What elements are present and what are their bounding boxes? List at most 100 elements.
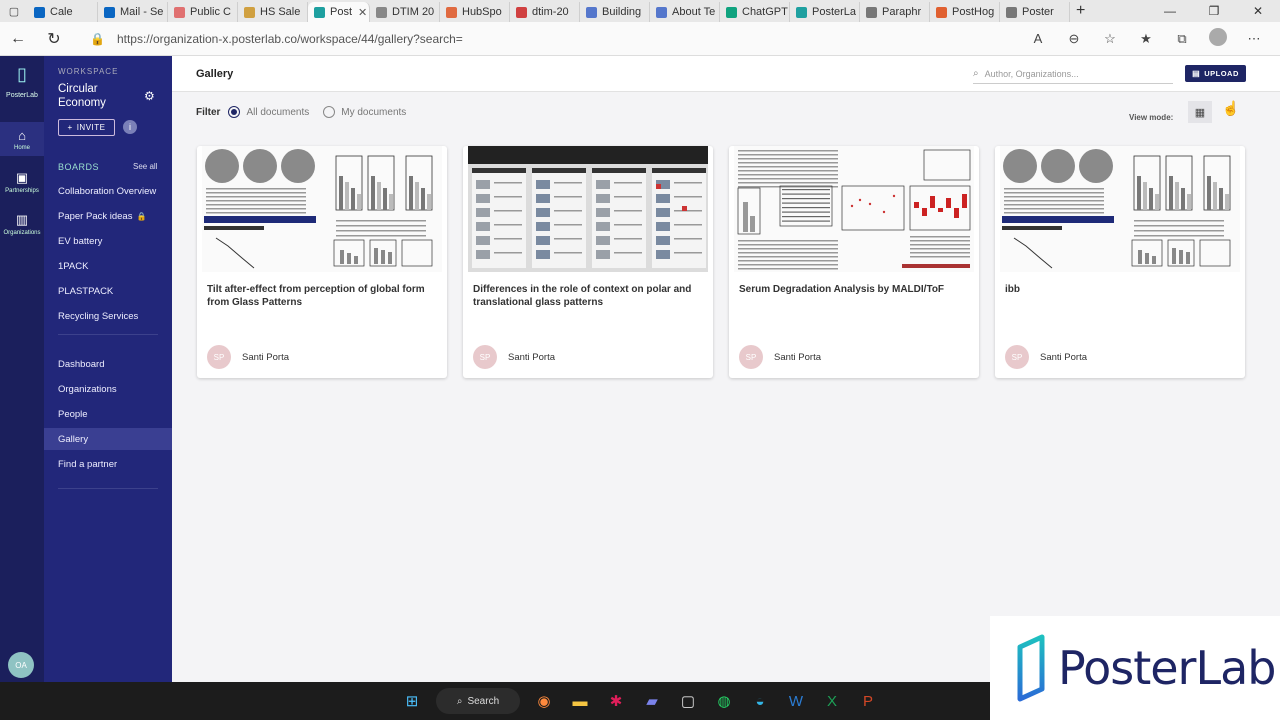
- back-icon[interactable]: ←: [0, 22, 36, 56]
- author-avatar: SP: [473, 345, 497, 369]
- sidebar-nav-item[interactable]: People: [44, 403, 172, 425]
- address-bar: ← ↻ 🔒 https://organization-x.posterlab.c…: [0, 22, 1280, 56]
- tab-favicon-icon: [936, 6, 947, 18]
- gallery-card[interactable]: Differences in the role of context on po…: [463, 146, 713, 378]
- window-menu-icon[interactable]: ▢: [0, 0, 28, 22]
- card-author[interactable]: SP Santi Porta: [473, 345, 555, 369]
- rail-item-home[interactable]: ⌂ Home: [0, 122, 44, 156]
- reload-icon[interactable]: ↻: [36, 22, 72, 56]
- edge-icon[interactable]: ◒: [746, 687, 774, 715]
- all-documents-label[interactable]: All documents: [246, 107, 309, 118]
- lock-icon: 🔒: [90, 31, 105, 46]
- poster-thumbnail-graphic: [202, 146, 442, 272]
- posterlab-logo-icon[interactable]: ▯: [6, 64, 38, 85]
- favorites-icon[interactable]: ★: [1128, 31, 1164, 47]
- browser-tab[interactable]: dtim-20: [510, 2, 580, 22]
- zoom-icon[interactable]: ⊖: [1056, 31, 1092, 47]
- search-input[interactable]: ⌕ Author, Organizations...: [973, 64, 1173, 84]
- browser-tab[interactable]: HubSpo: [440, 2, 510, 22]
- sidebar-board-item[interactable]: PLASTPACK: [44, 280, 172, 302]
- browser-tab[interactable]: Mail - Se: [98, 2, 168, 22]
- tab-favicon-icon: [586, 6, 597, 18]
- radio-my-documents[interactable]: [323, 106, 336, 118]
- browser-tab[interactable]: Paraphr: [860, 2, 930, 22]
- radio-all-documents[interactable]: [228, 106, 241, 118]
- powerpoint-icon[interactable]: P: [854, 687, 882, 715]
- excel-icon[interactable]: X: [818, 687, 846, 715]
- gallery-topbar: Gallery ⌕ Author, Organizations... ▤ UPL…: [172, 56, 1280, 92]
- grid-view-icon[interactable]: ▦: [1188, 101, 1212, 123]
- tab-favicon-icon: [726, 6, 737, 18]
- new-tab-button[interactable]: +: [1076, 2, 1085, 20]
- browser-tab[interactable]: PosterLa: [790, 2, 860, 22]
- sidebar-board-item[interactable]: EV battery: [44, 230, 172, 252]
- teams-icon[interactable]: ▰: [638, 687, 666, 715]
- poster-thumbnail[interactable]: [1000, 146, 1240, 272]
- browser-tab[interactable]: DTIM 20: [370, 2, 440, 22]
- browser-tab[interactable]: Building: [580, 2, 650, 22]
- card-title[interactable]: Tilt after-effect from perception of glo…: [207, 283, 435, 309]
- browser-tab[interactable]: ChatGPT: [720, 2, 790, 22]
- store-icon[interactable]: ▢: [674, 687, 702, 715]
- sidebar-nav-item[interactable]: Organizations: [44, 378, 172, 400]
- tab-label: About Te: [672, 6, 716, 18]
- file-upload-icon: ▤: [1192, 69, 1201, 78]
- sidebar-board-item[interactable]: 1PACK: [44, 255, 172, 277]
- sidebar-board-item[interactable]: Collaboration Overview: [44, 180, 172, 202]
- workspace-name[interactable]: Circular Economy: [58, 82, 138, 110]
- collections-icon[interactable]: ⧉: [1164, 31, 1200, 47]
- poster-thumbnail[interactable]: [202, 146, 442, 272]
- url-field[interactable]: 🔒 https://organization-x.posterlab.co/wo…: [90, 26, 1020, 52]
- close-window-icon[interactable]: ✕: [1236, 0, 1280, 22]
- word-icon[interactable]: W: [782, 687, 810, 715]
- browser-tab[interactable]: PostHog: [930, 2, 1000, 22]
- browser-tab[interactable]: Poster: [1000, 2, 1070, 22]
- maximize-icon[interactable]: ❐: [1192, 0, 1236, 22]
- gear-icon[interactable]: ⚙: [144, 89, 155, 103]
- minimize-icon[interactable]: —: [1148, 0, 1192, 22]
- profile-icon[interactable]: [1200, 28, 1236, 49]
- my-documents-label[interactable]: My documents: [341, 107, 406, 118]
- poster-thumbnail-graphic: [1000, 146, 1240, 272]
- folder-icon[interactable]: ▬: [566, 687, 594, 715]
- sidebar-board-item[interactable]: Paper Pack ideas 🔒: [44, 205, 172, 227]
- read-aloud-icon[interactable]: A: [1020, 31, 1056, 46]
- add-favorite-icon[interactable]: ☆: [1092, 31, 1128, 47]
- more-icon[interactable]: ⋯: [1236, 31, 1272, 47]
- whatsapp-icon[interactable]: ◍: [710, 687, 738, 715]
- gallery-card[interactable]: ibb SP Santi Porta: [995, 146, 1245, 378]
- posterlab-app: ▯ PosterLab ⌂ Home ▣ Partnerships ▥ Orga…: [0, 56, 1280, 682]
- card-author[interactable]: SP Santi Porta: [207, 345, 289, 369]
- info-icon[interactable]: i: [123, 120, 137, 134]
- browser-tab-strip: ▢ Cale Mail - Se Public C HS Sale Post ✕ DTIM …: [0, 0, 1280, 22]
- poster-thumbnail[interactable]: [734, 146, 974, 272]
- sidebar-board-item[interactable]: Recycling Services: [44, 305, 172, 327]
- card-author[interactable]: SP Santi Porta: [739, 345, 821, 369]
- card-title[interactable]: ibb: [1005, 283, 1233, 296]
- browser-tab[interactable]: Public C: [168, 2, 238, 22]
- slack-icon[interactable]: ✱: [602, 687, 630, 715]
- browser-tab[interactable]: Post ✕: [308, 2, 370, 22]
- rail-item-organizations[interactable]: ▥ Organizations: [0, 208, 44, 242]
- firefox-icon[interactable]: ◉: [530, 687, 558, 715]
- taskbar-search[interactable]: ⌕ Search: [436, 688, 520, 714]
- user-avatar[interactable]: OA: [8, 652, 34, 678]
- card-title[interactable]: Differences in the role of context on po…: [473, 283, 701, 309]
- invite-button[interactable]: + INVITE: [58, 119, 115, 136]
- poster-thumbnail[interactable]: [468, 146, 708, 272]
- gallery-card[interactable]: Serum Degradation Analysis by MALDI/ToF S…: [729, 146, 979, 378]
- close-tab-icon[interactable]: ✕: [358, 6, 367, 19]
- upload-button[interactable]: ▤ UPLOAD: [1185, 65, 1246, 82]
- gallery-card[interactable]: Tilt after-effect from perception of glo…: [197, 146, 447, 378]
- sidebar-nav-item[interactable]: Find a partner: [44, 453, 172, 475]
- windows-start-icon[interactable]: ⊞: [398, 687, 426, 715]
- see-all-link[interactable]: See all: [133, 162, 157, 171]
- card-title[interactable]: Serum Degradation Analysis by MALDI/ToF: [739, 283, 967, 296]
- sidebar-nav-item[interactable]: Gallery: [44, 428, 172, 450]
- sidebar-nav-item[interactable]: Dashboard: [44, 353, 172, 375]
- browser-tab[interactable]: About Te: [650, 2, 720, 22]
- rail-item-partnerships[interactable]: ▣ Partnerships: [0, 166, 44, 200]
- card-author[interactable]: SP Santi Porta: [1005, 345, 1087, 369]
- browser-tab[interactable]: HS Sale: [238, 2, 308, 22]
- browser-tab[interactable]: Cale: [28, 2, 98, 22]
